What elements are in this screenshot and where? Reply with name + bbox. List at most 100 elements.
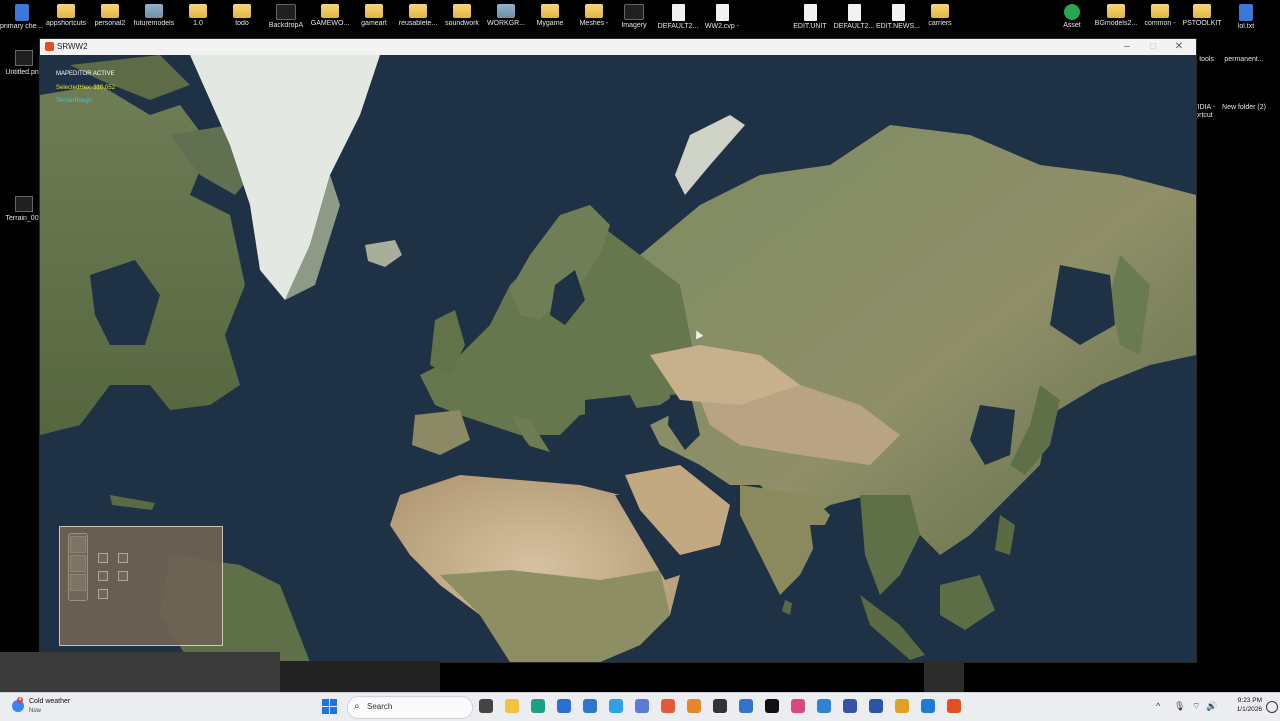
document-icon [671, 4, 685, 21]
desktop-icon[interactable]: 1.0 [176, 0, 220, 28]
window-titlebar[interactable]: SRWW2 – □ ✕ [40, 39, 1196, 55]
desktop-icon[interactable]: Asset [1050, 0, 1094, 30]
desktop-icon-label: Mygame [536, 20, 564, 27]
notification-badge: 4 [17, 697, 23, 703]
clock[interactable]: 9:23 PM 1/1/2026 [1226, 696, 1262, 714]
desktop-icon[interactable]: EDIT.NEWS... [876, 0, 920, 31]
desktop-icon[interactable]: carriers [918, 0, 962, 28]
folder-icon [453, 4, 471, 18]
desktop-icon[interactable]: reusablete... [396, 0, 440, 28]
blender-icon[interactable] [687, 699, 701, 713]
outlook-icon[interactable] [583, 699, 597, 713]
desktop-icon[interactable]: DEFAULT2... [832, 0, 876, 31]
desktop-icon[interactable]: todo [220, 0, 264, 28]
taskbar-search[interactable]: ⌕ Search [347, 696, 473, 719]
desktop-icon[interactable]: lol.txt [1224, 0, 1268, 31]
folder-icon [1107, 4, 1125, 18]
desktop-icon[interactable]: BackdropA [264, 0, 308, 30]
desktop-icon[interactable]: EDIT.UNIT [788, 0, 832, 31]
terminal-icon[interactable] [765, 699, 779, 713]
desktop-icon-label: PSTOOLKIT [1182, 20, 1222, 27]
game-app-icon[interactable] [947, 699, 961, 713]
cloud-icon[interactable] [817, 699, 831, 713]
edge-icon[interactable] [531, 699, 545, 713]
folder-icon [321, 4, 339, 18]
desktop-icon[interactable]: Meshes - [572, 0, 616, 28]
chrome-icon[interactable] [895, 699, 909, 713]
notepad-icon[interactable] [609, 699, 623, 713]
desktop-icon[interactable]: DEFAULT2... [656, 0, 700, 31]
maximize-button[interactable]: □ [1140, 39, 1166, 55]
desktop-icon-permanent[interactable]: permanent... [1220, 53, 1268, 64]
desktop-icon[interactable]: futuremodels [132, 0, 176, 28]
desktop-icon-new-folder[interactable]: New folder (2) [1220, 101, 1268, 112]
wifi-icon[interactable]: ⌔ [1192, 701, 1200, 712]
unit-slot[interactable] [118, 553, 128, 563]
store-icon[interactable] [557, 699, 571, 713]
desktop-icon-label: 1.0 [193, 20, 203, 27]
snipping-icon[interactable] [791, 699, 805, 713]
desktop-bottom-area [0, 652, 280, 692]
desktop-icon[interactable]: Imagery [612, 0, 656, 30]
desktop-icon[interactable]: common - [1138, 0, 1182, 28]
folder-icon [1151, 4, 1169, 18]
folder-icon [101, 4, 119, 18]
unit-slot[interactable] [98, 553, 108, 563]
desktop-icon[interactable]: personal2 [88, 0, 132, 28]
desktop-icon-label: reusablete... [398, 20, 438, 27]
desktop-icon-label: soundwork [445, 20, 479, 27]
desktop-icon[interactable]: soundwork [440, 0, 484, 28]
desktop-icon-label: common - [1144, 20, 1176, 27]
folder-icon [57, 4, 75, 18]
powershell-icon[interactable] [869, 699, 883, 713]
microphone-icon[interactable]: 🎙 [1174, 701, 1185, 712]
desktop-icon[interactable]: PSTOOLKIT [1180, 0, 1224, 28]
weather-widget[interactable]: 4 Cold weather Now [12, 696, 102, 718]
unit-slot[interactable] [118, 571, 128, 581]
headphones-icon[interactable] [843, 699, 857, 713]
folder-icon [409, 4, 427, 18]
git-icon[interactable] [661, 699, 675, 713]
desktop-icon-label: DEFAULT2... [657, 23, 699, 30]
text-file-icon [15, 4, 29, 21]
desktop-icon[interactable]: BGmodels2... [1094, 0, 1138, 28]
terrain-type-text: TerrainRough [56, 98, 93, 104]
chevron-up-icon[interactable]: ^ [1156, 701, 1160, 711]
vscode-icon[interactable] [921, 699, 935, 713]
desktop-icon-label: EDIT.NEWS... [876, 23, 920, 30]
minimize-button[interactable]: – [1114, 39, 1140, 55]
desktop-icon[interactable]: appshortcuts [44, 0, 88, 28]
start-button[interactable] [322, 699, 338, 715]
close-button[interactable]: ✕ [1166, 39, 1192, 55]
desktop-icon[interactable]: primary checklist.txt [0, 0, 44, 31]
unit-slot[interactable] [98, 571, 108, 581]
unit-slot[interactable] [98, 589, 108, 599]
desktop-icon[interactable]: WORKGR... [484, 0, 528, 28]
desktop-icon-label: Asset [1063, 22, 1081, 29]
volume-icon[interactable]: 🔊 [1206, 701, 1217, 712]
desktop-icon-label: GAMEWO... [310, 20, 350, 27]
paint-icon[interactable] [635, 699, 649, 713]
map-viewport[interactable]: MAPEDITOR ACTIVE SelectedHex: 310,052 Te… [40, 55, 1196, 662]
notifications-icon[interactable] [1266, 701, 1278, 713]
file-explorer-icon[interactable] [505, 699, 519, 713]
desktop-icon[interactable]: GAMEWO... [308, 0, 352, 28]
desktop-bottom-area [280, 661, 440, 692]
document-icon[interactable] [739, 699, 753, 713]
unit-portrait-column[interactable] [68, 533, 88, 601]
document-icon [715, 4, 729, 21]
desktop-icon-label: Imagery [621, 22, 647, 29]
desktop-icon[interactable]: WW2.cvp - [700, 0, 744, 31]
task-view-icon[interactable] [479, 699, 493, 713]
document-icon [847, 4, 861, 21]
inkscape-icon[interactable] [713, 699, 727, 713]
desktop-icon[interactable]: gameart [352, 0, 396, 28]
asset-app-icon [1064, 4, 1080, 20]
desktop-icon-label: todo [235, 20, 249, 27]
folder-icon [585, 4, 603, 18]
unit-panel[interactable] [59, 526, 223, 646]
weather-subtitle: Now [29, 708, 42, 714]
desktop-icon[interactable]: Mygame [528, 0, 572, 28]
image-file-icon [15, 50, 33, 66]
desktop-icon-label: Meshes - [579, 20, 609, 27]
